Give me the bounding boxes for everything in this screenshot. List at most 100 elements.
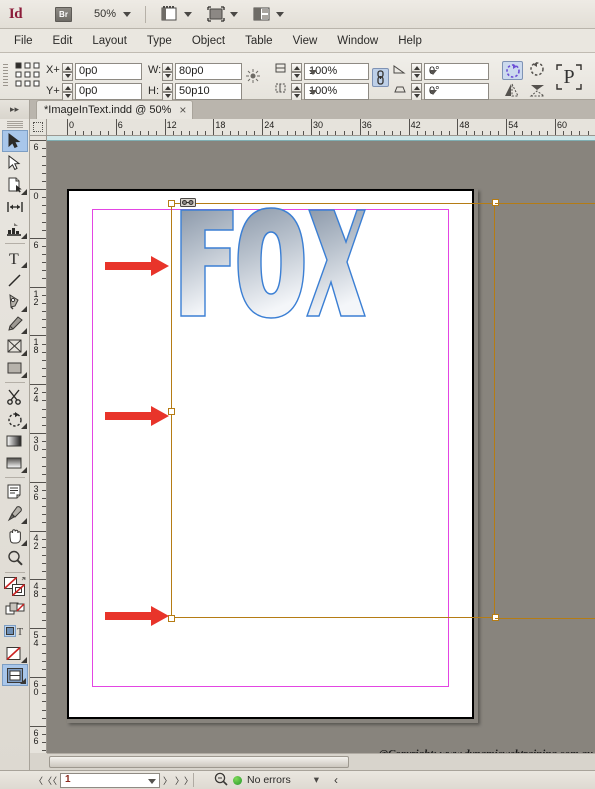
scalex-stepper-down[interactable] (291, 72, 302, 81)
auto-fit-button[interactable]: P (556, 63, 582, 91)
rotation-angle-icon (393, 63, 412, 80)
document-canvas[interactable] (47, 141, 595, 753)
gradient-swatch-tool[interactable] (2, 430, 28, 452)
formatting-target[interactable]: T (2, 620, 28, 642)
menu-table[interactable]: Table (235, 29, 283, 53)
shear-angle-field[interactable]: 0° (424, 83, 489, 100)
menu-file[interactable]: File (4, 29, 43, 53)
selection-tool[interactable] (1, 130, 28, 152)
x-stepper-down[interactable] (62, 72, 73, 81)
horizontal-scrollbar-thumb[interactable] (49, 756, 349, 768)
fill-stroke-swatches[interactable] (2, 576, 28, 598)
line-tool[interactable] (2, 269, 28, 291)
x-stepper-up[interactable] (62, 63, 73, 72)
free-transform-tool[interactable] (2, 408, 28, 430)
rectangle-tool[interactable] (2, 357, 28, 379)
menu-view[interactable]: View (283, 29, 328, 53)
y-position-field[interactable]: 0p0 (75, 83, 142, 100)
indesign-logo-icon: Id (8, 5, 23, 22)
close-icon[interactable]: × (179, 103, 186, 117)
shear-stepper-up[interactable] (411, 83, 422, 92)
prev-page-icon[interactable]: 〈 (47, 774, 58, 787)
ruler-origin-handle[interactable] (30, 119, 47, 136)
w-stepper-up[interactable] (162, 63, 173, 72)
pen-tool[interactable] (2, 291, 28, 313)
ruler-tick-minor (42, 302, 46, 304)
rotate-clockwise-button[interactable] (502, 61, 523, 80)
note-tool[interactable] (2, 481, 28, 503)
gap-tool[interactable] (2, 196, 28, 218)
wh-constrain-icon[interactable] (245, 68, 264, 85)
first-page-icon[interactable]: 〈〈 (34, 774, 52, 787)
frame-view-dropdown[interactable] (207, 6, 239, 22)
zoom-level-dropdown[interactable]: 50% (94, 8, 132, 20)
fox-artwork[interactable] (175, 204, 366, 319)
rotation-stepper-up[interactable] (411, 63, 422, 72)
hand-tool[interactable] (2, 525, 28, 547)
zoom-tool[interactable] (2, 547, 28, 569)
width-field[interactable]: 80p0 (175, 63, 242, 80)
toolbox-grip[interactable] (6, 121, 23, 128)
rotate-counterclockwise-button[interactable] (528, 61, 547, 78)
indesign-window: Id Br 50% File Edit Layout Type Object T… (0, 0, 595, 789)
flip-horizontal-button[interactable] (502, 82, 521, 99)
h-stepper-up[interactable] (162, 83, 173, 92)
default-swatches-toggle[interactable] (2, 598, 28, 620)
scale-x-field[interactable]: 100% (304, 63, 369, 80)
ruler-tick-minor (424, 131, 426, 135)
next-page-icon[interactable]: 〉 (162, 774, 173, 787)
rectangle-frame-tool[interactable] (2, 335, 28, 357)
content-collector-tool[interactable] (2, 218, 28, 240)
screen-mode-tool[interactable] (1, 664, 28, 686)
ruler-tick-minor (42, 750, 46, 752)
expand-panels-icon[interactable]: ▸▸ (0, 100, 30, 119)
type-tool[interactable]: T (2, 247, 28, 269)
height-field[interactable]: 50p10 (175, 83, 242, 100)
vertical-ruler[interactable]: 60612182430364248546066 (30, 136, 47, 753)
arrange-documents-icon (253, 6, 272, 22)
direct-selection-tool[interactable] (2, 152, 28, 174)
screen-mode-dropdown[interactable] (161, 6, 193, 22)
ruler-tick-label: 54 (33, 630, 39, 649)
x-position-field[interactable]: 0p0 (75, 63, 142, 80)
menu-layout[interactable]: Layout (82, 29, 137, 53)
rotation-angle-field[interactable]: 0° (424, 63, 489, 80)
scissors-tool[interactable] (2, 386, 28, 408)
panel-grip[interactable] (3, 64, 8, 88)
constrain-proportions-toggle[interactable] (372, 68, 389, 87)
scaley-stepper-up[interactable] (291, 83, 302, 92)
menu-window[interactable]: Window (327, 29, 388, 53)
menu-type[interactable]: Type (137, 29, 182, 53)
eyedropper-tool[interactable] (2, 503, 28, 525)
menu-object[interactable]: Object (182, 29, 235, 53)
bridge-button[interactable]: Br (55, 6, 72, 22)
w-stepper-down[interactable] (162, 72, 173, 81)
document-tab[interactable]: *ImageInText.indd @ 50% × (36, 100, 194, 119)
horizontal-scrollbar[interactable] (47, 753, 595, 770)
menu-help[interactable]: Help (388, 29, 432, 53)
frame-handle-top-left[interactable] (168, 200, 175, 207)
expand-status-icon[interactable]: ‹ (334, 773, 338, 787)
preflight-menu-caret[interactable]: ▾ (314, 774, 319, 786)
gradient-feather-tool[interactable] (2, 452, 28, 474)
ruler-tick-minor (42, 351, 46, 353)
ruler-tick-label: 0 (33, 191, 39, 201)
preflight-status[interactable]: No errors ▾ ‹ (214, 772, 338, 789)
toolbox-divider (4, 243, 25, 244)
rotation-stepper-down[interactable] (411, 72, 422, 81)
flip-vertical-button[interactable] (528, 82, 547, 99)
ruler-tick-major (30, 530, 46, 532)
apply-none[interactable] (2, 642, 28, 664)
reference-point-proxy[interactable] (15, 62, 41, 91)
last-page-icon[interactable]: 〉〉 (175, 774, 193, 787)
y-stepper-up[interactable] (62, 83, 73, 92)
scalex-stepper-up[interactable] (291, 63, 302, 72)
arrange-documents-dropdown[interactable] (253, 6, 285, 22)
pencil-tool[interactable] (2, 313, 28, 335)
ruler-tick-minor (400, 131, 402, 135)
page-number-field[interactable]: 1 (60, 772, 160, 788)
menu-edit[interactable]: Edit (43, 29, 83, 53)
scale-y-field[interactable]: 100% (304, 83, 369, 100)
page-tool[interactable] (2, 174, 28, 196)
horizontal-ruler[interactable]: 0 6 12 18 24 30 36 42 48 54 60 (30, 119, 595, 136)
